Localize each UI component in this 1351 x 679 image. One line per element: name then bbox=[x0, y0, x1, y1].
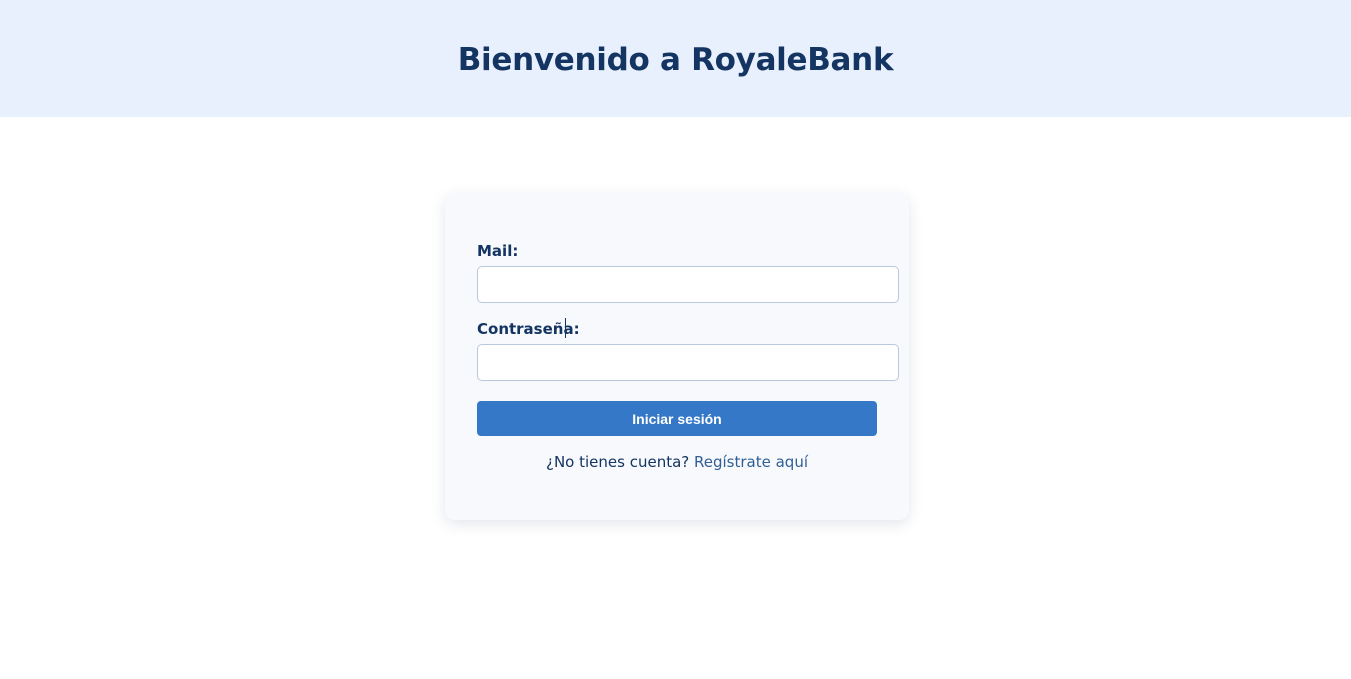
mail-input[interactable] bbox=[477, 266, 899, 303]
page-title: Bienvenido a RoyaleBank bbox=[457, 41, 894, 78]
login-card: Mail: Contraseña: Iniciar sesión ¿No tie… bbox=[445, 193, 909, 520]
login-button[interactable]: Iniciar sesión bbox=[477, 401, 877, 436]
mail-label: Mail: bbox=[477, 242, 519, 260]
page-header: Bienvenido a RoyaleBank bbox=[0, 0, 1351, 117]
password-input[interactable] bbox=[477, 344, 899, 381]
text-cursor bbox=[565, 318, 566, 338]
register-link[interactable]: Regístrate aquí bbox=[694, 453, 808, 471]
register-prompt: ¿No tienes cuenta? Regístrate aquí bbox=[445, 453, 909, 471]
register-prompt-text: ¿No tienes cuenta? bbox=[545, 453, 690, 471]
